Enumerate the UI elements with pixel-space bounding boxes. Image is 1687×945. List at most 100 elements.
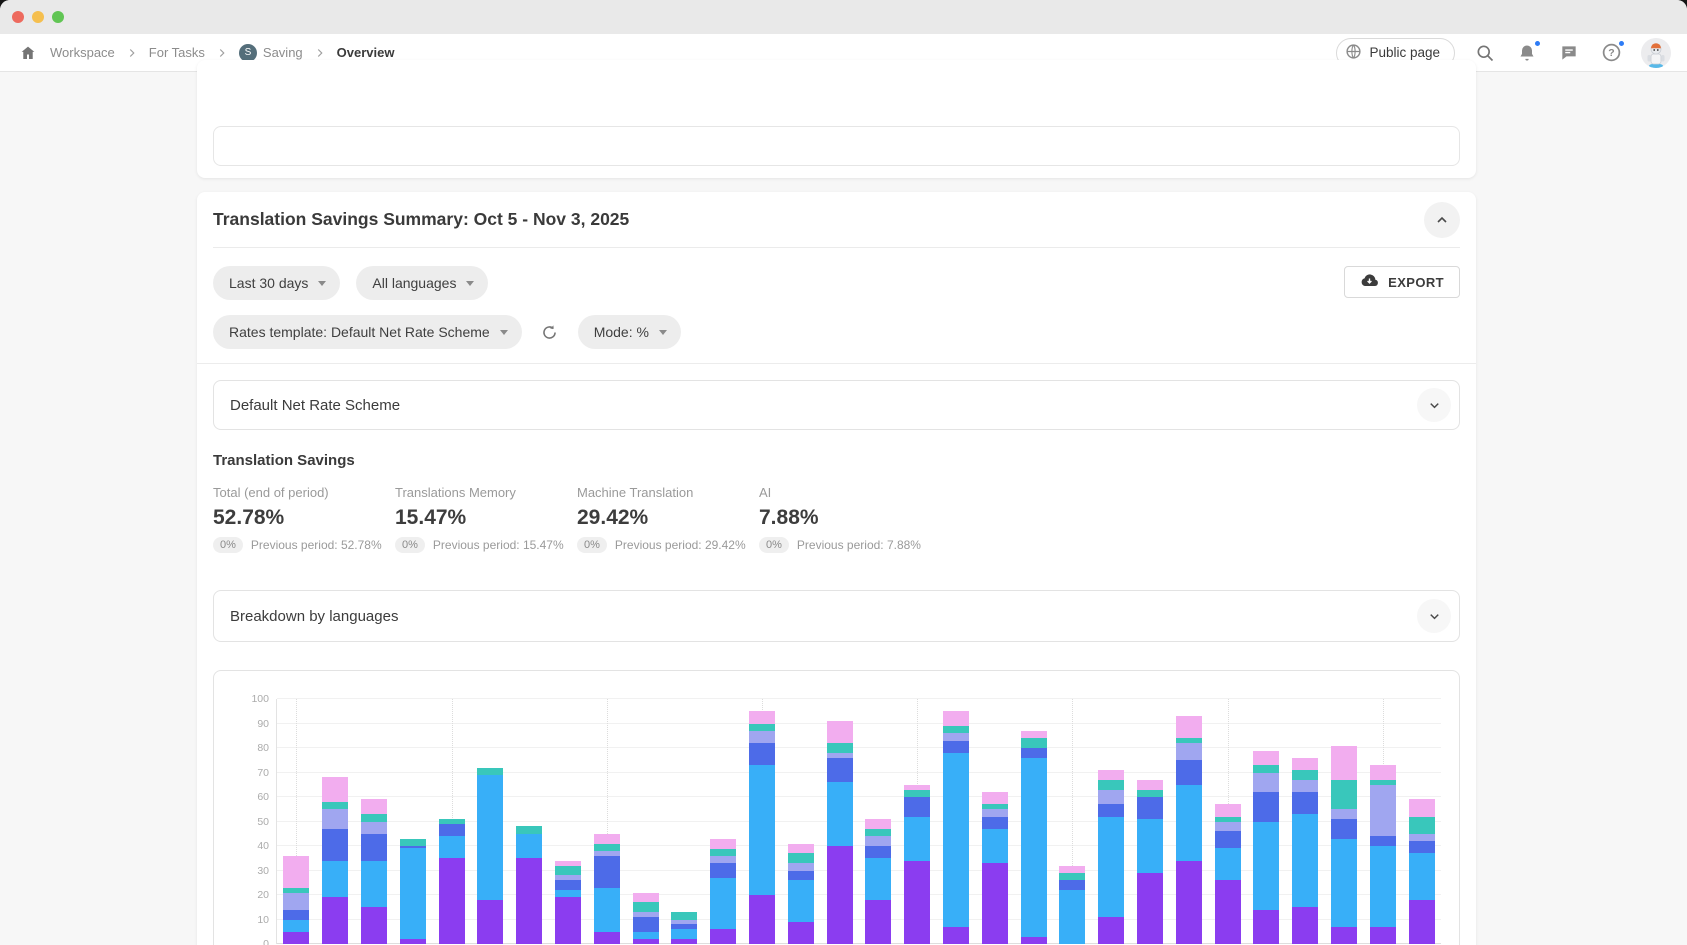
- bar-segment[interactable]: [671, 929, 697, 939]
- bar-segment[interactable]: [1253, 910, 1279, 944]
- bar-segment[interactable]: [322, 802, 348, 809]
- stacked-bar-30-oct[interactable]: [1253, 751, 1279, 945]
- bar-segment[interactable]: [1370, 846, 1396, 927]
- stacked-bar-11-oct[interactable]: [516, 826, 542, 944]
- stacked-bar-17-oct[interactable]: [749, 711, 775, 944]
- bar-segment[interactable]: [1292, 907, 1318, 944]
- bar-segment[interactable]: [477, 775, 503, 900]
- bar-segment[interactable]: [400, 839, 426, 846]
- collapse-card-button[interactable]: [1424, 202, 1460, 238]
- export-button[interactable]: EXPORT: [1344, 266, 1460, 298]
- bar-segment[interactable]: [865, 836, 891, 846]
- expand-rate-scheme-button[interactable]: [1417, 388, 1451, 422]
- bar-segment[interactable]: [943, 753, 969, 927]
- bar-segment[interactable]: [943, 927, 969, 944]
- bar-segment[interactable]: [1370, 836, 1396, 846]
- stacked-bar-28-oct[interactable]: [1176, 716, 1202, 944]
- bar-segment[interactable]: [1021, 738, 1047, 748]
- bar-segment[interactable]: [865, 900, 891, 944]
- bar-segment[interactable]: [477, 768, 503, 775]
- stacked-bar-8-oct[interactable]: [400, 839, 426, 944]
- refresh-icon[interactable]: [538, 320, 562, 344]
- expand-breakdown-button[interactable]: [1417, 599, 1451, 633]
- bar-segment[interactable]: [594, 844, 620, 851]
- stacked-bar-12-oct[interactable]: [555, 861, 581, 944]
- stacked-bar-10-oct[interactable]: [477, 768, 503, 944]
- stacked-bar-21-oct[interactable]: [904, 785, 930, 944]
- breadcrumb-for-tasks[interactable]: For Tasks: [149, 45, 205, 60]
- bar-segment[interactable]: [555, 897, 581, 944]
- bar-segment[interactable]: [1098, 804, 1124, 816]
- bar-segment[interactable]: [516, 834, 542, 859]
- bar-segment[interactable]: [361, 799, 387, 814]
- bar-segment[interactable]: [633, 939, 659, 944]
- bar-segment[interactable]: [439, 836, 465, 858]
- bar-segment[interactable]: [1021, 937, 1047, 944]
- bar-segment[interactable]: [1098, 770, 1124, 780]
- breadcrumb-overview[interactable]: Overview: [337, 45, 395, 60]
- bar-segment[interactable]: [1176, 743, 1202, 760]
- bar-segment[interactable]: [904, 861, 930, 944]
- home-icon[interactable]: [16, 41, 40, 65]
- bar-segment[interactable]: [1021, 758, 1047, 937]
- bar-segment[interactable]: [1215, 831, 1241, 848]
- bar-segment[interactable]: [322, 809, 348, 829]
- bar-segment[interactable]: [555, 866, 581, 876]
- bar-segment[interactable]: [1253, 751, 1279, 766]
- bar-segment[interactable]: [594, 888, 620, 932]
- bar-segment[interactable]: [1370, 785, 1396, 836]
- bar-segment[interactable]: [1215, 822, 1241, 832]
- bar-segment[interactable]: [1370, 927, 1396, 944]
- bar-segment[interactable]: [1331, 819, 1357, 839]
- bar-segment[interactable]: [710, 863, 736, 878]
- bar-segment[interactable]: [982, 817, 1008, 829]
- bar-segment[interactable]: [1292, 814, 1318, 907]
- notifications-bell-icon[interactable]: [1515, 41, 1539, 65]
- bar-segment[interactable]: [904, 817, 930, 861]
- bar-segment[interactable]: [1059, 880, 1085, 890]
- bar-segment[interactable]: [361, 861, 387, 908]
- bar-segment[interactable]: [1292, 792, 1318, 814]
- stacked-bar-26-oct[interactable]: [1098, 770, 1124, 944]
- bar-segment[interactable]: [283, 920, 309, 932]
- bar-segment[interactable]: [1215, 880, 1241, 944]
- breadcrumb-saving[interactable]: S Saving: [239, 44, 303, 62]
- search-icon[interactable]: [1473, 41, 1497, 65]
- breadcrumb-workspace[interactable]: Workspace: [50, 45, 115, 60]
- stacked-bar-7-oct[interactable]: [361, 799, 387, 944]
- bar-segment[interactable]: [1021, 731, 1047, 738]
- bar-segment[interactable]: [633, 902, 659, 912]
- minimize-window-button[interactable]: [32, 11, 44, 23]
- bar-segment[interactable]: [1253, 773, 1279, 793]
- bar-segment[interactable]: [1409, 817, 1435, 834]
- bar-segment[interactable]: [1176, 861, 1202, 944]
- bar-segment[interactable]: [943, 726, 969, 733]
- bar-segment[interactable]: [1215, 804, 1241, 816]
- stacked-bar-23-oct[interactable]: [982, 792, 1008, 944]
- bar-segment[interactable]: [1370, 765, 1396, 780]
- bar-segment[interactable]: [594, 932, 620, 944]
- bar-segment[interactable]: [943, 733, 969, 740]
- bar-segment[interactable]: [283, 893, 309, 910]
- bar-segment[interactable]: [982, 809, 1008, 816]
- bar-segment[interactable]: [633, 917, 659, 932]
- bar-segment[interactable]: [788, 871, 814, 881]
- bar-segment[interactable]: [788, 922, 814, 944]
- stacked-bar-24-oct[interactable]: [1021, 731, 1047, 944]
- bar-segment[interactable]: [1331, 780, 1357, 809]
- bar-segment[interactable]: [283, 856, 309, 888]
- bar-segment[interactable]: [361, 834, 387, 861]
- stacked-bar-29-oct[interactable]: [1215, 804, 1241, 944]
- bar-segment[interactable]: [594, 856, 620, 888]
- bar-segment[interactable]: [361, 907, 387, 944]
- bar-segment[interactable]: [516, 826, 542, 833]
- bar-segment[interactable]: [1292, 758, 1318, 770]
- bar-segment[interactable]: [904, 790, 930, 797]
- bar-segment[interactable]: [1409, 841, 1435, 853]
- bar-segment[interactable]: [943, 711, 969, 726]
- bar-segment[interactable]: [865, 829, 891, 836]
- bar-segment[interactable]: [1176, 785, 1202, 861]
- bar-segment[interactable]: [1331, 927, 1357, 944]
- bar-segment[interactable]: [1098, 817, 1124, 917]
- bar-segment[interactable]: [1253, 822, 1279, 910]
